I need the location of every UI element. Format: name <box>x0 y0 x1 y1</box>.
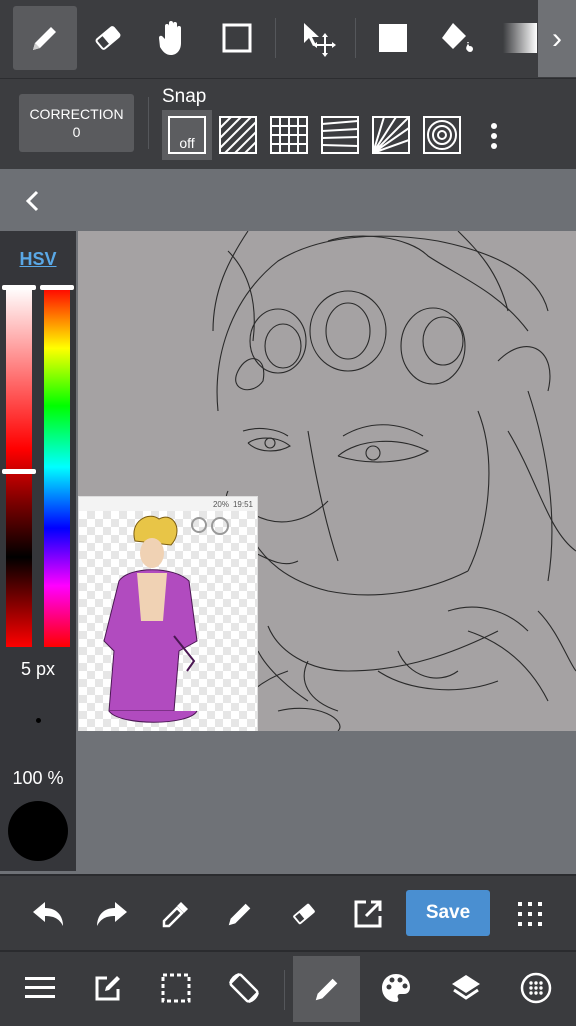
value-handle[interactable] <box>2 469 36 474</box>
saturation-value-slider[interactable] <box>6 287 32 647</box>
undo-button[interactable] <box>24 890 72 938</box>
gradient-tool-button[interactable] <box>500 6 540 70</box>
current-color-swatch[interactable] <box>8 801 68 861</box>
reference-close-icon[interactable] <box>211 517 229 535</box>
more-vertical-icon <box>491 123 497 149</box>
layers-icon <box>452 975 480 1000</box>
snap-off-button[interactable]: off <box>162 110 212 160</box>
rectangle-tool-button[interactable] <box>212 6 262 70</box>
save-button[interactable]: Save <box>406 890 490 936</box>
parallel-lines-icon <box>219 116 257 154</box>
pen-quick-button[interactable] <box>216 890 264 938</box>
redo-button[interactable] <box>88 890 136 938</box>
pen-icon <box>33 27 56 50</box>
color-side-panel: HSV 5 px 100 % <box>0 231 76 871</box>
drawing-canvas[interactable]: 20% 19:51 <box>78 231 576 731</box>
gradient-icon <box>503 23 537 53</box>
snap-bar: CORRECTION 0 Snap off <box>0 79 576 169</box>
reference-status-bar: 20% 19:51 <box>79 497 257 511</box>
snap-parallel-button[interactable] <box>213 110 263 160</box>
bottom-action-bar: Save <box>0 874 576 950</box>
edit-document-button[interactable] <box>84 964 132 1012</box>
more-menu-button[interactable] <box>506 890 554 938</box>
top-toolbar: › <box>0 0 576 79</box>
grid-dots-icon <box>518 902 542 926</box>
palette-icon <box>382 974 410 1002</box>
dotted-circle-icon <box>520 972 552 1004</box>
hamburger-icon <box>25 977 55 998</box>
brush-size-label[interactable]: 5 px <box>0 659 76 680</box>
hue-handle[interactable] <box>40 285 74 290</box>
redo-icon <box>97 902 127 926</box>
chevron-left-icon <box>25 190 39 212</box>
reference-time: 19:51 <box>232 499 253 509</box>
correction-button[interactable]: CORRECTION 0 <box>19 94 134 152</box>
hand-tool-button[interactable] <box>148 6 198 70</box>
toolbar-more-button[interactable]: › <box>538 0 576 77</box>
open-external-icon <box>354 900 382 928</box>
pen-tool-button[interactable] <box>13 6 77 70</box>
bucket-icon <box>442 23 473 52</box>
color-mode-link[interactable]: HSV <box>0 249 76 270</box>
layers-button[interactable] <box>442 964 490 1012</box>
perspective-lines-icon <box>321 116 359 154</box>
eraser-tool-button[interactable] <box>83 6 133 70</box>
reference-battery: 20% <box>212 499 229 509</box>
menu-button[interactable] <box>16 964 64 1012</box>
snap-off-label: off <box>179 135 195 151</box>
edit-document-icon <box>95 976 120 1001</box>
snap-radial-button[interactable] <box>366 110 416 160</box>
selection-button[interactable] <box>152 964 200 1012</box>
fill-rect-tool-button[interactable] <box>368 6 418 70</box>
snap-perspective-button[interactable] <box>315 110 365 160</box>
snap-more-button[interactable] <box>480 111 508 161</box>
reference-target-icon[interactable] <box>191 517 207 533</box>
saturation-handle[interactable] <box>2 285 36 290</box>
brush-tab-button[interactable] <box>293 956 360 1022</box>
export-button[interactable] <box>344 890 392 938</box>
move-select-icon <box>304 23 336 57</box>
radial-lines-icon <box>372 116 410 154</box>
settings-dial-button[interactable] <box>512 964 560 1012</box>
collapse-panel-button[interactable] <box>12 181 52 221</box>
rotate-screen-icon <box>229 973 259 1003</box>
snap-label: Snap <box>162 86 207 107</box>
panel-toggle-strip <box>0 169 576 231</box>
eraser-quick-button[interactable] <box>280 890 328 938</box>
pen-icon <box>228 903 251 926</box>
eraser-icon <box>95 26 121 50</box>
undo-icon <box>33 902 63 926</box>
correction-value: 0 <box>72 124 81 140</box>
pen-icon <box>315 978 337 1001</box>
dashed-selection-icon <box>161 973 191 1003</box>
correction-label: CORRECTION <box>29 106 124 122</box>
rectangle-icon <box>222 23 252 53</box>
save-label: Save <box>425 902 471 923</box>
grid-icon <box>270 116 308 154</box>
hue-slider[interactable] <box>44 287 70 647</box>
character-illustration <box>103 515 198 723</box>
concentric-circles-icon <box>423 116 461 154</box>
snap-circle-button[interactable] <box>417 110 467 160</box>
chevron-right-icon: › <box>552 21 562 55</box>
rotate-canvas-button[interactable] <box>220 964 268 1012</box>
snap-grid-button[interactable] <box>264 110 314 160</box>
fill-rect-icon <box>379 24 407 52</box>
move-select-tool-button[interactable] <box>292 6 342 70</box>
color-palette-button[interactable] <box>372 964 420 1012</box>
reference-image[interactable]: 20% 19:51 <box>78 496 258 731</box>
brush-preview-dot <box>36 718 41 723</box>
eyedropper-button[interactable] <box>152 890 200 938</box>
eyedropper-icon <box>162 902 188 928</box>
bucket-tool-button[interactable] <box>432 6 482 70</box>
hand-icon <box>158 21 181 55</box>
bottom-nav-bar <box>0 950 576 1026</box>
opacity-label[interactable]: 100 % <box>0 768 76 789</box>
eraser-icon <box>293 903 315 925</box>
